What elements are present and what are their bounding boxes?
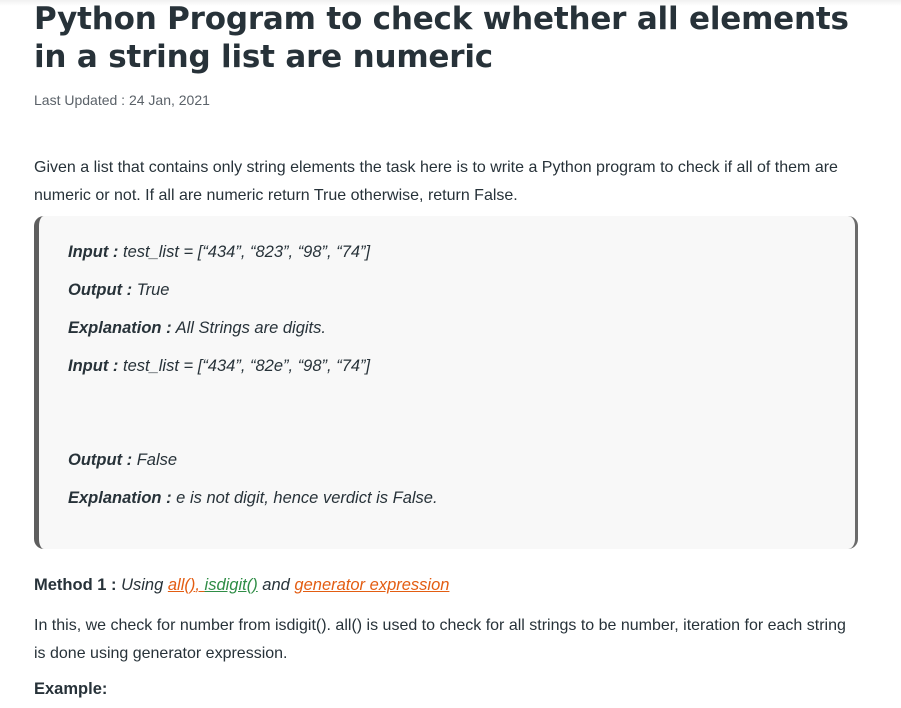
example-line-text: test_list = [“434”, “823”, “98”, “74”] — [118, 243, 371, 261]
generator-expression-link[interactable]: generator expression — [294, 576, 449, 594]
example-line-text: All Strings are digits. — [171, 319, 326, 337]
example-line-text: True — [132, 281, 170, 299]
example-line-label: Input : — [68, 357, 119, 375]
comma-separator: , — [195, 576, 205, 594]
example-line: Input : test_list = [“434”, “82e”, “98”,… — [68, 357, 370, 376]
isdigit-function-link[interactable]: isdigit() — [205, 576, 258, 594]
example-line-label: Output : — [68, 281, 133, 299]
method-heading: Method 1 : Using all(), isdigit() and ge… — [34, 576, 449, 595]
example-line-label: Explanation : — [68, 489, 172, 507]
example-line: Explanation : All Strings are digits. — [68, 319, 326, 338]
article-page: Python Program to check whether all elem… — [0, 0, 901, 708]
example-line-text: False — [132, 451, 178, 469]
example-line-text: e is not digit, hence verdict is False. — [171, 489, 438, 507]
example-line: Output : True — [68, 281, 169, 300]
example-line-label: Explanation : — [68, 319, 172, 337]
example-line-label: Input : — [68, 243, 119, 261]
example-line: Input : test_list = [“434”, “823”, “98”,… — [68, 243, 370, 262]
page-title: Python Program to check whether all elem… — [34, 1, 849, 75]
last-updated: Last Updated : 24 Jan, 2021 — [34, 92, 210, 108]
method-using-text: Using — [116, 576, 168, 594]
method-label: Method 1 : — [34, 576, 117, 594]
all-function-link[interactable]: all() — [168, 576, 196, 594]
intro-paragraph: Given a list that contains only string e… — [34, 159, 838, 204]
example-line-label: Output : — [68, 451, 133, 469]
example-label: Example: — [34, 680, 108, 698]
example-line: Output : False — [68, 451, 177, 470]
example-blockquote: Input : test_list = [“434”, “823”, “98”,… — [34, 216, 858, 549]
example-line: Explanation : e is not digit, hence verd… — [68, 489, 438, 508]
method-description: In this, we check for number from isdigi… — [34, 617, 846, 662]
method-and-text: and — [257, 576, 295, 594]
example-line-text: test_list = [“434”, “82e”, “98”, “74”] — [118, 357, 371, 375]
